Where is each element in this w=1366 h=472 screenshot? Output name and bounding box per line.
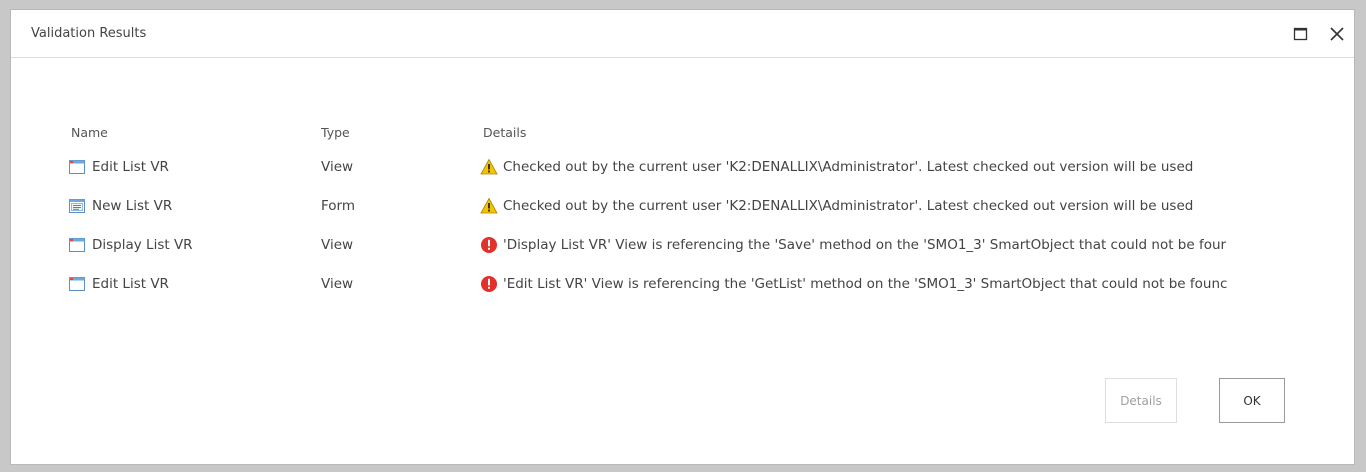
table-header: Name Type Details bbox=[68, 118, 1331, 147]
row-type: View bbox=[321, 158, 354, 175]
warning-icon bbox=[480, 158, 498, 176]
ok-button[interactable]: OK bbox=[1219, 378, 1285, 423]
warning-icon bbox=[480, 197, 498, 215]
row-name: New List VR bbox=[92, 197, 173, 214]
column-header-name: Name bbox=[71, 125, 108, 140]
row-details-cell: 'Display List VR' View is referencing th… bbox=[480, 225, 1328, 264]
view-icon bbox=[68, 275, 86, 293]
row-name: Edit List VR bbox=[92, 158, 169, 175]
row-details-cell: 'Edit List VR' View is referencing the '… bbox=[480, 264, 1328, 303]
row-details: 'Display List VR' View is referencing th… bbox=[503, 236, 1227, 253]
row-details-cell: Checked out by the current user 'K2:DENA… bbox=[480, 186, 1328, 225]
view-icon bbox=[68, 158, 86, 176]
validation-results-dialog: Validation Results Name Type Details Edi… bbox=[10, 9, 1355, 465]
column-header-type: Type bbox=[321, 125, 350, 140]
details-button[interactable]: Details bbox=[1105, 378, 1177, 423]
row-details: Checked out by the current user 'K2:DENA… bbox=[503, 158, 1194, 175]
dialog-titlebar: Validation Results bbox=[11, 10, 1354, 58]
validation-results-table: Name Type Details Edit List VR View Chec… bbox=[68, 118, 1331, 303]
row-type: Form bbox=[321, 197, 356, 214]
table-row[interactable]: Edit List VR View 'Edit List VR' View is… bbox=[68, 264, 1331, 303]
maximize-icon[interactable] bbox=[1291, 24, 1311, 44]
row-details: Checked out by the current user 'K2:DENA… bbox=[503, 197, 1194, 214]
error-icon bbox=[480, 236, 498, 254]
row-name: Edit List VR bbox=[92, 275, 169, 292]
row-details: 'Edit List VR' View is referencing the '… bbox=[503, 275, 1228, 292]
table-row[interactable]: Display List VR View 'Display List VR' V… bbox=[68, 225, 1331, 264]
column-header-details: Details bbox=[483, 125, 527, 140]
row-name-cell: Edit List VR bbox=[68, 147, 318, 186]
error-icon bbox=[480, 275, 498, 293]
table-row[interactable]: Edit List VR View Checked out by the cur… bbox=[68, 147, 1331, 186]
row-type: View bbox=[321, 275, 354, 292]
row-name-cell: Edit List VR bbox=[68, 264, 318, 303]
form-icon bbox=[68, 197, 86, 215]
dialog-title: Validation Results bbox=[31, 26, 147, 41]
view-icon bbox=[68, 236, 86, 254]
table-row[interactable]: New List VR Form Checked out by the curr… bbox=[68, 186, 1331, 225]
row-name-cell: Display List VR bbox=[68, 225, 318, 264]
row-type: View bbox=[321, 236, 354, 253]
close-icon[interactable] bbox=[1327, 24, 1347, 44]
row-name: Display List VR bbox=[92, 236, 193, 253]
row-details-cell: Checked out by the current user 'K2:DENA… bbox=[480, 147, 1328, 186]
row-name-cell: New List VR bbox=[68, 186, 318, 225]
